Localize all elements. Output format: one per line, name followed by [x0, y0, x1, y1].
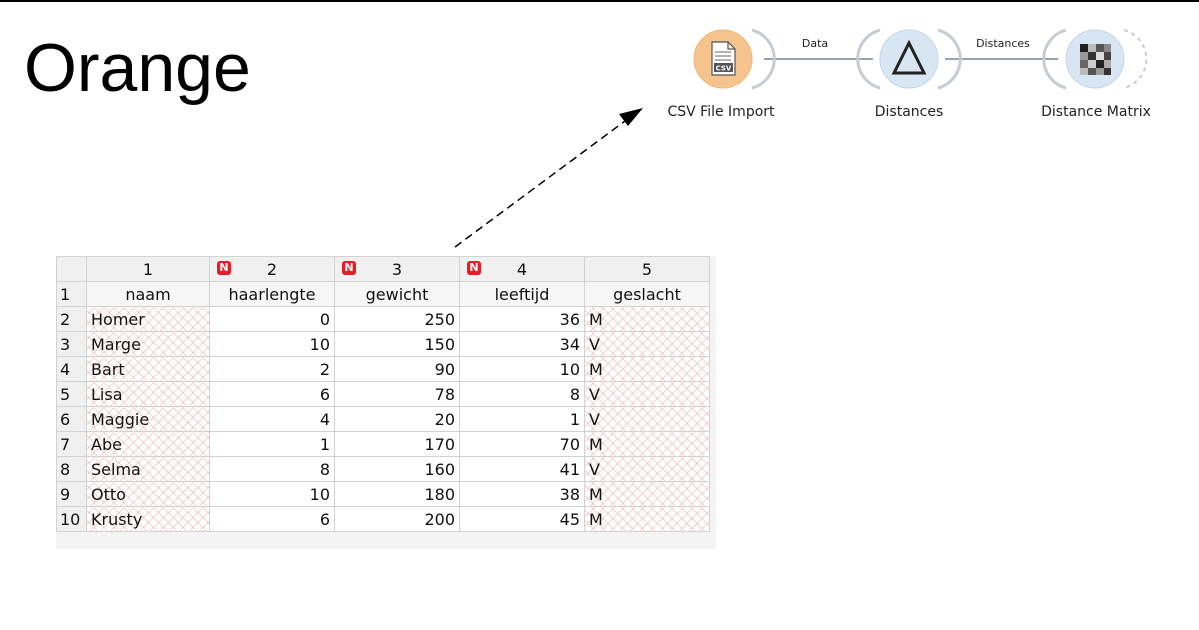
row-number[interactable]: 8 [56, 456, 87, 482]
table-cell[interactable]: Selma [86, 456, 210, 482]
table-cell[interactable]: M [584, 356, 710, 382]
table-row: 4 Bart 2 90 10 M [56, 356, 710, 382]
table-cell[interactable]: 36 [459, 306, 585, 332]
row-number[interactable]: 7 [56, 431, 87, 457]
table-cell[interactable]: 34 [459, 331, 585, 357]
table-cell[interactable]: 170 [334, 431, 460, 457]
row-number[interactable]: 3 [56, 331, 87, 357]
row-number[interactable]: 6 [56, 406, 87, 432]
table-cell[interactable]: 0 [209, 306, 335, 332]
header-cell[interactable]: gewicht [334, 281, 460, 307]
column-number-row: 1 N2 N3 N4 5 [56, 256, 710, 282]
spreadsheet: 1 N2 N3 N4 5 1 naam haarlengte gewicht l… [56, 256, 716, 549]
numeric-flag-icon: N [217, 261, 231, 275]
table-row: 8 Selma 8 160 41 V [56, 456, 710, 482]
row-number[interactable]: 5 [56, 381, 87, 407]
header-cell[interactable]: geslacht [584, 281, 710, 307]
table-cell[interactable]: 10 [209, 481, 335, 507]
table-cell[interactable]: 1 [209, 431, 335, 457]
table-cell[interactable]: Krusty [86, 506, 210, 532]
table-cell[interactable]: 4 [209, 406, 335, 432]
table-cell[interactable]: 78 [334, 381, 460, 407]
table-row: 5 Lisa 6 78 8 V [56, 381, 710, 407]
data-table: 1 N2 N3 N4 5 1 naam haarlengte gewicht l… [56, 256, 710, 532]
table-cell[interactable]: 150 [334, 331, 460, 357]
table-row: 1 naam haarlengte gewicht leeftijd gesla… [56, 281, 710, 307]
table-cell[interactable]: Lisa [86, 381, 210, 407]
row-number[interactable]: 4 [56, 356, 87, 382]
numeric-flag-icon: N [467, 261, 481, 275]
table-cell[interactable]: 180 [334, 481, 460, 507]
table-cell[interactable]: 8 [209, 456, 335, 482]
table-row: 7 Abe 1 170 70 M [56, 431, 710, 457]
table-cell[interactable]: 160 [334, 456, 460, 482]
table-cell[interactable]: 2 [209, 356, 335, 382]
row-number[interactable]: 2 [56, 306, 87, 332]
table-row: 9 Otto 10 180 38 M [56, 481, 710, 507]
table-cell[interactable]: M [584, 506, 710, 532]
header-cell[interactable]: haarlengte [209, 281, 335, 307]
table-cell[interactable]: V [584, 406, 710, 432]
table-cell[interactable]: 1 [459, 406, 585, 432]
column-number[interactable]: N4 [459, 256, 585, 282]
table-cell[interactable]: M [584, 306, 710, 332]
table-cell[interactable]: 6 [209, 381, 335, 407]
table-cell[interactable]: Abe [86, 431, 210, 457]
table-row: 10 Krusty 6 200 45 M [56, 506, 710, 532]
table-cell[interactable]: 20 [334, 406, 460, 432]
table-cell[interactable]: M [584, 481, 710, 507]
column-number[interactable]: N2 [209, 256, 335, 282]
table-cell[interactable]: V [584, 456, 710, 482]
column-number[interactable]: N3 [334, 256, 460, 282]
row-number[interactable]: 10 [56, 506, 87, 532]
header-cell[interactable]: naam [86, 281, 210, 307]
row-number[interactable]: 9 [56, 481, 87, 507]
table-cell[interactable]: 200 [334, 506, 460, 532]
table-cell[interactable]: 10 [459, 356, 585, 382]
table-row: 3 Marge 10 150 34 V [56, 331, 710, 357]
column-number[interactable]: 5 [584, 256, 710, 282]
table-cell[interactable]: 41 [459, 456, 585, 482]
column-number[interactable]: 1 [86, 256, 210, 282]
table-cell[interactable]: Bart [86, 356, 210, 382]
table-cell[interactable]: V [584, 331, 710, 357]
table-cell[interactable]: 6 [209, 506, 335, 532]
table-cell[interactable]: 250 [334, 306, 460, 332]
corner-cell[interactable] [56, 256, 87, 282]
numeric-flag-icon: N [342, 261, 356, 275]
table-row: 6 Maggie 4 20 1 V [56, 406, 710, 432]
table-cell[interactable]: 45 [459, 506, 585, 532]
table-cell[interactable]: 8 [459, 381, 585, 407]
table-cell[interactable]: 90 [334, 356, 460, 382]
table-cell[interactable]: M [584, 431, 710, 457]
table-cell[interactable]: 10 [209, 331, 335, 357]
table-cell[interactable]: Homer [86, 306, 210, 332]
row-number[interactable]: 1 [56, 281, 87, 307]
table-cell[interactable]: 70 [459, 431, 585, 457]
header-cell[interactable]: leeftijd [459, 281, 585, 307]
table-cell[interactable]: V [584, 381, 710, 407]
table-cell[interactable]: Otto [86, 481, 210, 507]
table-cell[interactable]: 38 [459, 481, 585, 507]
table-cell[interactable]: Maggie [86, 406, 210, 432]
table-cell[interactable]: Marge [86, 331, 210, 357]
table-row: 2 Homer 0 250 36 M [56, 306, 710, 332]
